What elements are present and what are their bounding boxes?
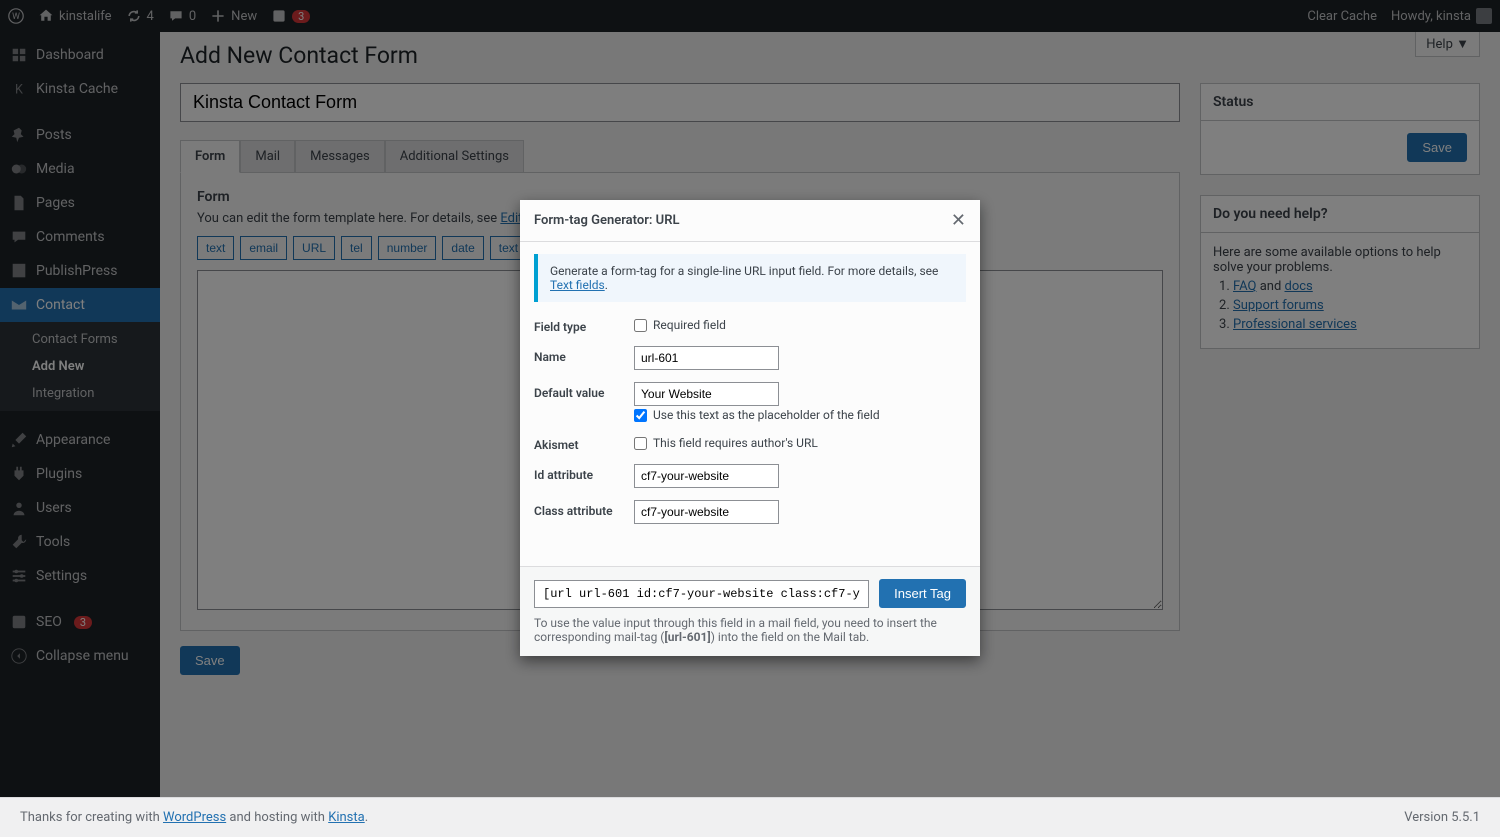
wordpress-link[interactable]: WordPress [163, 810, 226, 825]
modal-info: Generate a form-tag for a single-line UR… [534, 254, 966, 302]
default-value-input[interactable] [634, 382, 779, 406]
id-attribute-label: Id attribute [534, 464, 634, 482]
modal-close-button[interactable]: ✕ [951, 210, 966, 231]
name-input[interactable] [634, 346, 779, 370]
admin-footer: Thanks for creating with WordPress and h… [0, 797, 1500, 837]
class-attribute-input[interactable] [634, 500, 779, 524]
name-label: Name [534, 346, 634, 364]
akismet-checkbox-label[interactable]: This field requires author's URL [634, 436, 966, 450]
akismet-checkbox[interactable] [634, 437, 647, 450]
modal-footer-note: To use the value input through this fiel… [534, 616, 966, 644]
class-attribute-label: Class attribute [534, 500, 634, 518]
modal-title: Form-tag Generator: URL [534, 213, 679, 228]
version-text: Version 5.5.1 [1404, 810, 1480, 825]
placeholder-checkbox-label[interactable]: Use this text as the placeholder of the … [634, 408, 966, 422]
form-tag-generator-modal: Form-tag Generator: URL ✕ Generate a for… [520, 200, 980, 656]
default-value-label: Default value [534, 382, 634, 400]
akismet-label: Akismet [534, 434, 634, 452]
field-type-label: Field type [534, 316, 634, 334]
required-checkbox[interactable] [634, 319, 647, 332]
insert-tag-button[interactable]: Insert Tag [879, 579, 966, 608]
id-attribute-input[interactable] [634, 464, 779, 488]
text-fields-link[interactable]: Text fields [550, 278, 605, 292]
generated-tag-input[interactable] [534, 580, 869, 608]
placeholder-checkbox[interactable] [634, 409, 647, 422]
required-checkbox-label[interactable]: Required field [634, 318, 966, 332]
kinsta-link[interactable]: Kinsta [328, 810, 365, 825]
modal-overlay: Form-tag Generator: URL ✕ Generate a for… [0, 0, 1500, 797]
